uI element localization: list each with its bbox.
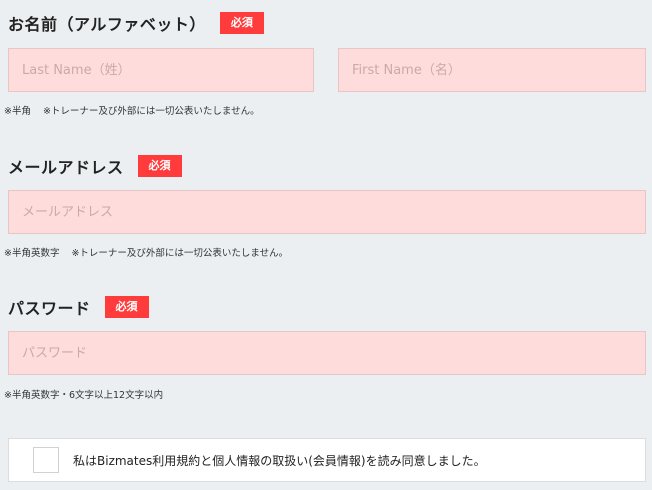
name-note-privacy: ※トレーナー及び外部には一切公表いたしません。 <box>42 106 260 117</box>
password-label-row: パスワード 必須 <box>8 295 149 319</box>
name-label: お名前（アルファベット） <box>8 15 206 34</box>
agreement-row[interactable]: 私はBizmates利用規約と個人情報の取扱い(会員情報)を読み同意しました。 <box>8 438 646 482</box>
email-label-row: メールアドレス 必須 <box>8 154 182 178</box>
name-required-badge: 必須 <box>219 12 264 34</box>
registration-form: お名前（アルファベット） 必須 ※半角 ※トレーナー及び外部には一切公表いたしませ… <box>0 0 652 490</box>
email-label: メールアドレス <box>8 158 124 177</box>
email-note: ※半角英数字 ※トレーナー及び外部には一切公表いたしません。 <box>4 245 288 259</box>
name-note: ※半角 ※トレーナー及び外部には一切公表いたしません。 <box>4 103 260 117</box>
password-input[interactable] <box>8 331 646 375</box>
password-note: ※半角英数字・6文字以上12文字以内 <box>4 390 164 401</box>
agreement-text: 私はBizmates利用規約と個人情報の取扱い(会員情報)を読み同意しました。 <box>73 453 486 468</box>
last-name-input[interactable] <box>8 48 314 92</box>
email-note-privacy: ※トレーナー及び外部には一切公表いたしません。 <box>71 248 289 259</box>
name-note-halfwidth: ※半角 <box>4 106 31 117</box>
first-name-input[interactable] <box>338 48 646 92</box>
password-required-badge: 必須 <box>104 296 149 318</box>
email-required-badge: 必須 <box>137 155 182 177</box>
email-note-alnum: ※半角英数字 <box>4 248 60 259</box>
password-label: パスワード <box>8 299 91 318</box>
email-input[interactable] <box>8 190 646 234</box>
agreement-checkbox[interactable] <box>33 447 59 473</box>
name-label-row: お名前（アルファベット） 必須 <box>8 11 264 35</box>
